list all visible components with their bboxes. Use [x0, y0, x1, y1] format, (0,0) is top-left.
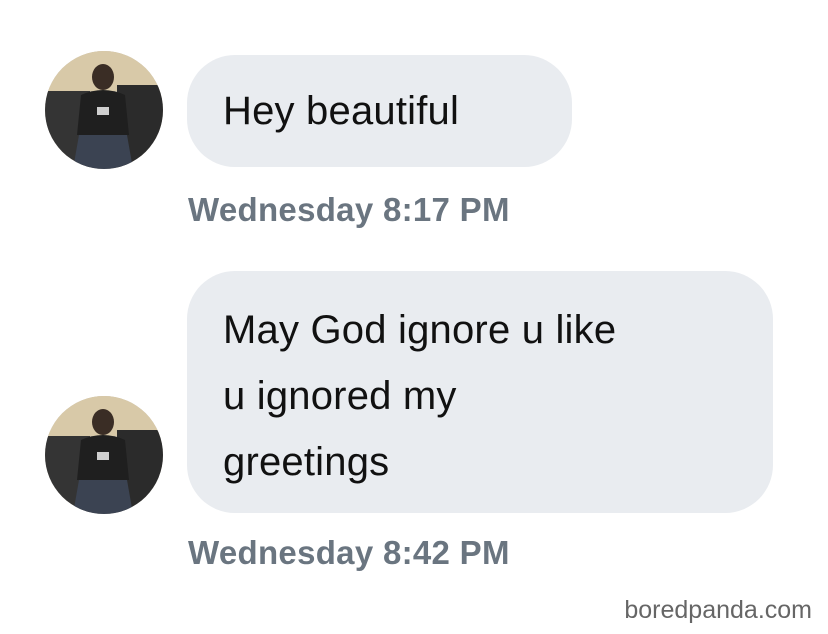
message-text: May God ignore u like u ignored my greet… [223, 308, 617, 484]
sender-avatar[interactable] [45, 51, 163, 169]
message-bubble[interactable]: Hey beautiful [187, 55, 572, 167]
message-text: Hey beautiful [223, 89, 460, 133]
avatar-photo [45, 51, 163, 169]
message-timestamp: Wednesday 8:17 PM [188, 191, 510, 228]
avatar-photo [45, 396, 163, 514]
sender-avatar[interactable] [45, 396, 163, 514]
watermark: boredpanda.com [624, 596, 812, 624]
message-timestamp: Wednesday 8:42 PM [188, 534, 510, 571]
message-bubble[interactable]: May God ignore u like u ignored my greet… [187, 271, 773, 513]
